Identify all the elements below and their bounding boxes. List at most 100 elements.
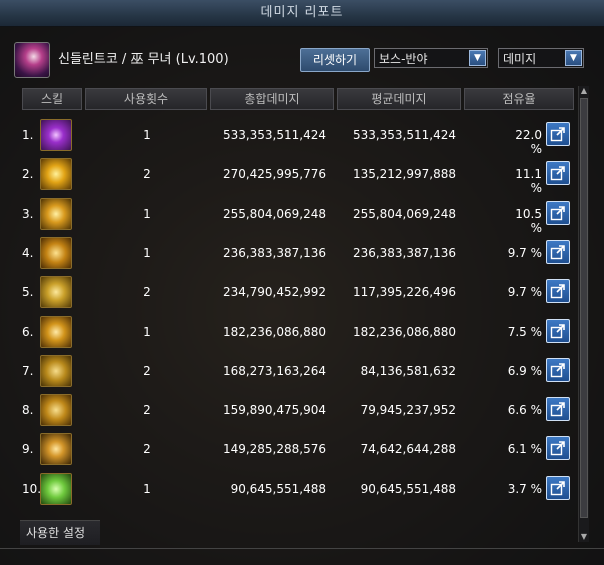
use-count: 2 bbox=[143, 403, 151, 418]
table-row: 6. 1 182,236,086,880 182,236,086,880 7.5 % bbox=[14, 313, 574, 351]
damage-share: 7.5 % bbox=[507, 324, 542, 339]
table-row: 5. 2 234,790,452,992 117,395,226,496 9.7 % bbox=[14, 273, 574, 311]
detail-button[interactable] bbox=[546, 318, 570, 343]
use-count: 2 bbox=[143, 167, 151, 182]
table-row: 10. 1 90,645,551,488 90,645,551,488 3.7 % bbox=[14, 470, 574, 508]
skill-icon bbox=[40, 119, 72, 151]
average-damage: 135,212,997,888 bbox=[352, 167, 456, 182]
average-damage: 74,642,644,288 bbox=[360, 442, 456, 457]
target-select-value: 보스-반야 bbox=[379, 52, 428, 66]
divider bbox=[0, 548, 604, 549]
damage-share: 6.9 % bbox=[507, 363, 542, 378]
reset-button[interactable]: 리셋하기 bbox=[300, 48, 370, 72]
use-count: 2 bbox=[143, 285, 151, 300]
detail-button[interactable] bbox=[546, 161, 570, 186]
settings-used-tab[interactable]: 사용한 설정 bbox=[20, 520, 100, 545]
table-row: 7. 2 168,273,163,264 84,136,581,632 6.9 % bbox=[14, 352, 574, 390]
skill-icon bbox=[40, 315, 72, 348]
average-damage: 79,945,237,952 bbox=[360, 403, 456, 418]
table-row: 1. 1 533,353,511,424 533,353,511,424 22.0 % bbox=[14, 116, 574, 156]
table-row: 4. 1 236,383,387,136 236,383,387,136 9.7 % bbox=[14, 234, 574, 272]
total-damage: 533,353,511,424 bbox=[222, 128, 326, 142]
row-rank: 8. bbox=[22, 403, 34, 418]
chevron-down-icon[interactable]: ▼ bbox=[469, 50, 486, 66]
detail-button[interactable] bbox=[546, 397, 570, 422]
average-damage: 117,395,226,496 bbox=[352, 285, 456, 300]
average-damage: 236,383,387,136 bbox=[352, 245, 456, 260]
use-count: 1 bbox=[143, 324, 151, 339]
skill-icon bbox=[40, 354, 72, 387]
average-damage: 255,804,069,248 bbox=[352, 206, 456, 221]
chevron-down-icon[interactable]: ▼ bbox=[565, 50, 582, 66]
scrollbar-thumb[interactable] bbox=[580, 98, 588, 518]
open-detail-icon bbox=[550, 402, 565, 417]
total-damage: 255,804,069,248 bbox=[222, 206, 326, 221]
open-detail-icon bbox=[550, 441, 565, 456]
use-count: 2 bbox=[143, 363, 151, 378]
damage-share: 6.6 % bbox=[507, 403, 542, 418]
total-damage: 149,285,288,576 bbox=[222, 442, 326, 457]
skill-icon bbox=[40, 472, 72, 505]
row-rank: 2. bbox=[22, 167, 34, 182]
row-rank: 7. bbox=[22, 363, 34, 378]
row-rank: 5. bbox=[22, 285, 34, 300]
open-detail-icon bbox=[550, 323, 565, 338]
scroll-down-icon[interactable]: ▼ bbox=[579, 532, 589, 542]
metric-select[interactable]: 데미지 ▼ bbox=[498, 48, 584, 68]
character-name: 신들린트코 / 巫 무녀 (Lv.100) bbox=[58, 52, 229, 67]
avatar bbox=[14, 42, 50, 78]
detail-button[interactable] bbox=[546, 357, 570, 382]
row-rank: 4. bbox=[22, 245, 34, 260]
skill-icon bbox=[40, 394, 72, 427]
row-rank: 1. bbox=[22, 128, 34, 142]
row-rank: 9. bbox=[22, 442, 34, 457]
use-count: 2 bbox=[143, 442, 151, 457]
row-rank: 3. bbox=[22, 206, 34, 221]
open-detail-icon bbox=[550, 205, 565, 220]
average-damage: 182,236,086,880 bbox=[352, 324, 456, 339]
scrollbar[interactable]: ▲ ▼ bbox=[578, 86, 589, 542]
scroll-up-icon[interactable]: ▲ bbox=[579, 86, 589, 96]
column-header-skill: 스킬 bbox=[22, 88, 82, 110]
total-damage: 270,425,995,776 bbox=[222, 167, 326, 182]
use-count: 1 bbox=[143, 245, 151, 260]
table-row: 3. 1 255,804,069,248 255,804,069,248 10.5 % bbox=[14, 195, 574, 235]
total-damage: 236,383,387,136 bbox=[222, 245, 326, 260]
detail-button[interactable] bbox=[546, 122, 570, 146]
column-header-uses: 사용횟수 bbox=[85, 88, 207, 110]
metric-select-value: 데미지 bbox=[503, 52, 537, 66]
table-row: 8. 2 159,890,475,904 79,945,237,952 6.6 % bbox=[14, 391, 574, 429]
open-detail-icon bbox=[550, 166, 565, 181]
table-header: 스킬 사용횟수 총합데미지 평균데미지 점유율 bbox=[22, 88, 574, 110]
total-damage: 168,273,163,264 bbox=[222, 363, 326, 378]
column-header-average: 평균데미지 bbox=[337, 88, 461, 110]
row-rank: 10. bbox=[22, 481, 42, 496]
detail-button[interactable] bbox=[546, 279, 570, 304]
column-header-total: 총합데미지 bbox=[210, 88, 334, 110]
detail-button[interactable] bbox=[546, 475, 570, 500]
detail-button[interactable] bbox=[546, 436, 570, 461]
use-count: 1 bbox=[143, 128, 151, 142]
target-select[interactable]: 보스-반야 ▼ bbox=[374, 48, 488, 68]
detail-button[interactable] bbox=[546, 239, 570, 264]
detail-button[interactable] bbox=[546, 200, 570, 225]
damage-share: 3.7 % bbox=[507, 481, 542, 496]
open-detail-icon bbox=[550, 245, 565, 260]
open-detail-icon bbox=[550, 284, 565, 299]
table-row: 2. 2 270,425,995,776 135,212,997,888 11.1 % bbox=[14, 155, 574, 195]
damage-share: 22.0 % bbox=[515, 128, 542, 156]
open-detail-icon bbox=[550, 127, 565, 142]
average-damage: 90,645,551,488 bbox=[360, 481, 456, 496]
skill-icon bbox=[40, 433, 72, 466]
row-rank: 6. bbox=[22, 324, 34, 339]
damage-share: 6.1 % bbox=[507, 442, 542, 457]
damage-share: 9.7 % bbox=[507, 245, 542, 260]
use-count: 1 bbox=[143, 481, 151, 496]
average-damage: 84,136,581,632 bbox=[360, 363, 456, 378]
table-row: 9. 2 149,285,288,576 74,642,644,288 6.1 % bbox=[14, 430, 574, 468]
total-damage: 182,236,086,880 bbox=[222, 324, 326, 339]
use-count: 1 bbox=[143, 206, 151, 221]
total-damage: 234,790,452,992 bbox=[222, 285, 326, 300]
skill-icon bbox=[40, 197, 72, 230]
column-header-share: 점유율 bbox=[464, 88, 574, 110]
